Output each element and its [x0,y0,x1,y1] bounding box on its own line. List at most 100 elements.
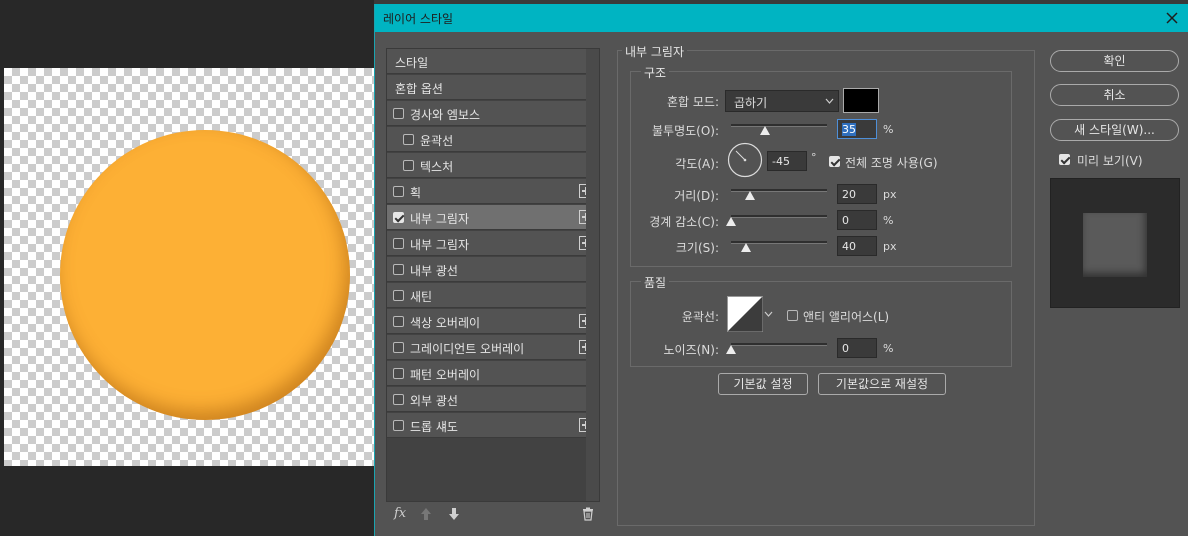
style-list-item-label: 드롭 섀도 [410,420,458,434]
close-icon[interactable] [1162,8,1182,28]
noise-label: 노이즈(N): [663,343,719,357]
style-list-item[interactable]: 텍스처 [387,153,597,178]
style-list-scrollbar[interactable] [586,49,599,501]
choke-slider[interactable] [731,215,827,218]
preview-checkbox[interactable] [1059,154,1070,165]
blend-mode-label: 혼합 모드: [666,95,719,109]
style-list-item[interactable]: 내부 그림자 [387,205,597,230]
style-list-item[interactable]: 패턴 오버레이 [387,361,597,386]
style-enable-checkbox[interactable] [393,212,404,223]
distance-input[interactable]: 20 [837,184,877,204]
choke-label: 경계 감소(C): [649,215,719,229]
chevron-down-icon [764,311,773,317]
opacity-input[interactable]: 35 [837,119,877,139]
style-list-item[interactable]: 내부 그림자 [387,231,597,256]
choke-slider-thumb[interactable] [726,217,736,226]
document-canvas-area [0,0,374,536]
global-light-label: 전체 조명 사용(G) [845,156,938,170]
style-list-item-label: 내부 그림자 [410,238,470,252]
choke-unit: % [883,214,894,227]
style-enable-checkbox[interactable] [393,264,404,275]
quality-title: 품질 [641,274,670,291]
style-list-item[interactable]: 새틴 [387,283,597,308]
preview-swatch [1083,213,1147,277]
style-enable-checkbox[interactable] [393,394,404,405]
anti-alias-label: 앤티 앨리어스(L) [803,310,890,324]
style-enable-checkbox[interactable] [403,134,414,145]
cancel-button[interactable]: 취소 [1050,84,1179,106]
global-light-checkbox[interactable] [829,156,840,167]
style-enable-checkbox[interactable] [393,238,404,249]
style-list: 스타일 혼합 옵션 경사와 엠보스 윤곽선 텍스처 획 내부 그림자 내부 그림자 내부 광선 새… [386,48,600,502]
choke-input[interactable]: 0 [837,210,877,230]
opacity-slider-thumb[interactable] [759,126,770,135]
ok-button[interactable]: 확인 [1050,50,1179,72]
noise-slider-thumb[interactable] [726,345,736,354]
distance-label: 거리(D): [674,189,719,203]
distance-unit: px [883,188,897,201]
style-list-item-label: 텍스처 [420,160,454,174]
distance-slider-thumb[interactable] [745,191,756,200]
style-enable-checkbox[interactable] [393,368,404,379]
style-preview [1050,178,1180,308]
style-list-item[interactable]: 획 [387,179,597,204]
new-style-button[interactable]: 새 스타일(W)... [1050,119,1179,141]
preview-label: 미리 보기(V) [1077,154,1143,168]
orange-circle-layer [60,130,350,420]
fx-button[interactable]: fx [394,506,406,521]
style-list-item-label: 그레이디언트 오버레이 [410,342,525,356]
style-enable-checkbox[interactable] [393,108,404,119]
section-title: 내부 그림자 [622,43,688,60]
style-list-item-label: 윤곽선 [420,134,454,148]
style-list-item-label: 색상 오버레이 [410,316,481,330]
noise-slider[interactable] [731,343,827,346]
contour-label: 윤곽선: [681,310,719,324]
size-label: 크기(S): [675,241,719,255]
inner-shadow-panel: 내부 그림자 구조 혼합 모드: 곱하기 불투명도(O): 35 % 각도(A)… [617,43,1035,526]
style-list-item-label: 경사와 엠보스 [410,108,481,122]
style-list-item[interactable]: 내부 광선 [387,257,597,282]
quality-group: 품질 윤곽선: 앤티 앨리어스(L) 노이즈(N): 0 % [630,274,1012,367]
style-list-item[interactable]: 드롭 섀도 [387,413,597,438]
transparent-canvas[interactable] [4,68,374,466]
noise-input[interactable]: 0 [837,338,877,358]
anti-alias-checkbox[interactable] [787,310,798,321]
style-list-item[interactable]: 그레이디언트 오버레이 [387,335,597,360]
size-slider-thumb[interactable] [741,243,752,252]
angle-dial[interactable] [727,142,763,178]
opacity-label: 불투명도(O): [651,124,719,138]
style-list-item-label: 획 [410,186,422,200]
style-list-item-label: 내부 광선 [410,264,458,278]
size-input[interactable]: 40 [837,236,877,256]
arrow-up-icon [421,508,431,520]
style-list-item[interactable]: 윤곽선 [387,127,597,152]
style-list-item[interactable]: 혼합 옵션 [387,75,597,100]
style-list-item-label: 내부 그림자 [410,212,470,226]
style-enable-checkbox[interactable] [393,316,404,327]
opacity-slider[interactable] [731,124,827,127]
trash-icon[interactable] [582,507,594,521]
blend-mode-select[interactable]: 곱하기 [725,90,839,112]
style-list-item-label: 혼합 옵션 [395,82,443,96]
make-default-button[interactable]: 기본값 설정 [718,373,808,395]
style-enable-checkbox[interactable] [393,186,404,197]
angle-input[interactable]: -45 [767,151,807,171]
blend-mode-value: 곱하기 [734,96,768,110]
style-list-item[interactable]: 색상 오버레이 [387,309,597,334]
style-enable-checkbox[interactable] [393,420,404,431]
arrow-down-icon[interactable] [448,507,460,521]
noise-unit: % [883,342,894,355]
chevron-down-icon [825,98,834,104]
style-list-item[interactable]: 경사와 엠보스 [387,101,597,126]
style-list-item[interactable]: 스타일 [387,49,597,74]
size-unit: px [883,240,897,253]
style-enable-checkbox[interactable] [393,342,404,353]
shadow-color-swatch[interactable] [843,88,879,113]
reset-default-button[interactable]: 기본값으로 재설정 [818,373,946,395]
dialog-titlebar[interactable]: 레이어 스타일 [375,4,1188,32]
style-list-item-label: 새틴 [410,290,433,304]
style-enable-checkbox[interactable] [403,160,414,171]
contour-picker[interactable] [727,296,775,332]
style-enable-checkbox[interactable] [393,290,404,301]
style-list-item[interactable]: 외부 광선 [387,387,597,412]
